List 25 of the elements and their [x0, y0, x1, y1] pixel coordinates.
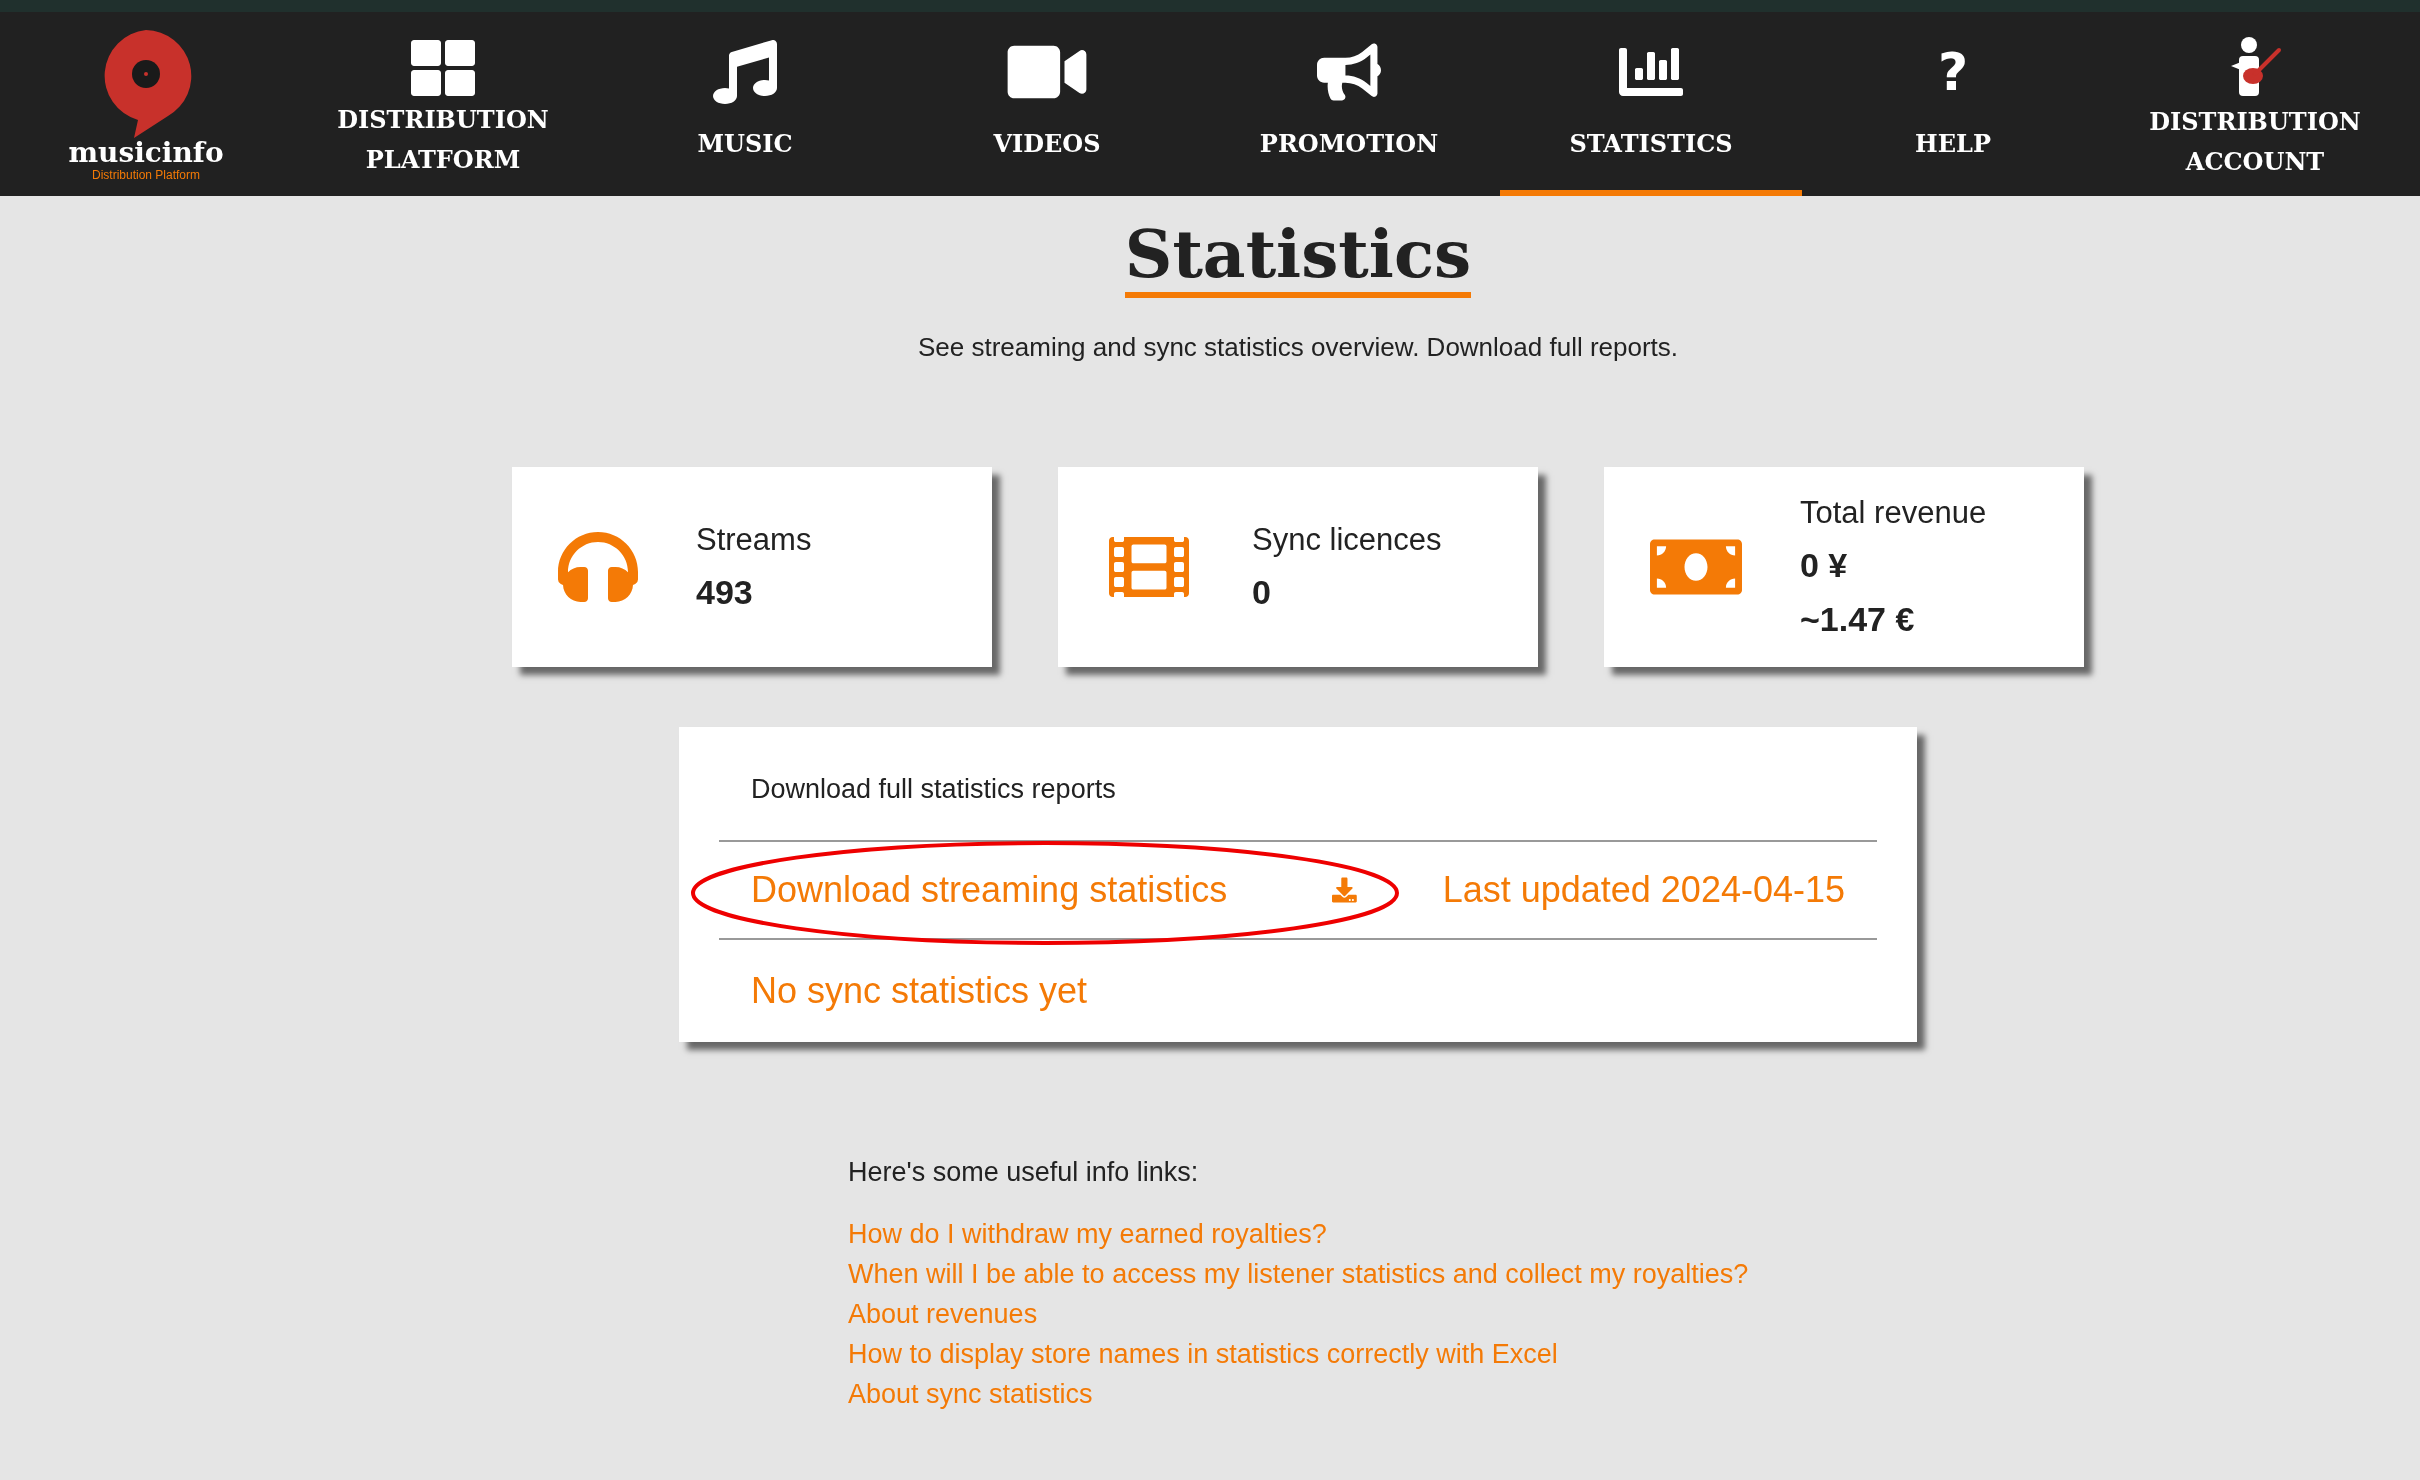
nav-tab[interactable]: MUSIC — [594, 12, 896, 196]
nav-tab[interactable]: VIDEOS — [896, 12, 1198, 196]
question-mark-icon: ? — [1937, 40, 1969, 104]
last-updated-text: Last updated 2024-04-15 — [1442, 867, 1845, 912]
logo-name: musicinfo — [68, 138, 224, 168]
stat-label: Total revenue — [1800, 494, 1987, 532]
nav-tab[interactable]: DISTRIBUTION ACCOUNT — [2104, 12, 2406, 196]
stat-label: Sync licences — [1252, 521, 1442, 559]
stat-value: 493 — [696, 572, 754, 613]
stat-value: 0 — [1252, 572, 1272, 613]
stat-value: ~1.47 € — [1800, 599, 1916, 640]
music-note-icon — [713, 40, 777, 104]
stat-label: Streams — [696, 521, 812, 559]
download-icon — [1331, 876, 1357, 903]
nav-tab[interactable]: STATISTICS — [1500, 12, 1802, 196]
nav-tab[interactable]: PROMOTION — [1198, 12, 1500, 196]
reports-heading: Download full statistics reports — [750, 773, 1117, 806]
page-subtitle: See streaming and sync statistics overview. Download full reports. — [917, 331, 1679, 364]
page-title: Statistics — [1124, 216, 1472, 298]
info-heading: Here's some useful info links: — [848, 1155, 1200, 1189]
stat-value: 0 ¥ — [1800, 545, 1849, 586]
logo-tagline: Distribution Platform — [91, 168, 200, 182]
sync-note: No sync statistics yet — [750, 968, 1089, 1013]
nav-tab[interactable]: DISTRIBUTION PLATFORM — [292, 12, 594, 196]
nav-tab[interactable]: ? HELP — [1802, 12, 2104, 196]
